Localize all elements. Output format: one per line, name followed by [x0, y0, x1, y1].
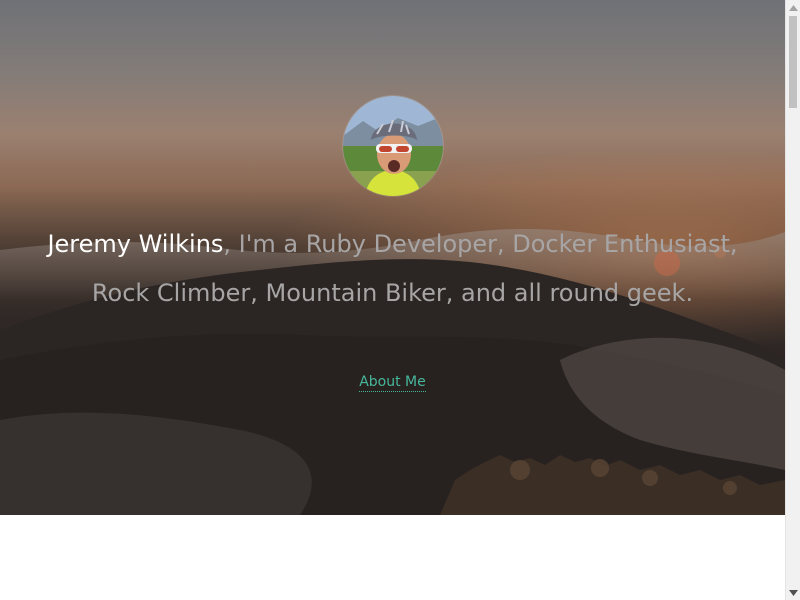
profile-photo-avatar — [343, 96, 443, 196]
about-me-link[interactable]: About Me — [359, 374, 426, 392]
scroll-thumb[interactable] — [789, 16, 797, 108]
chevron-up-icon — [789, 4, 798, 11]
chevron-down-icon — [789, 589, 798, 596]
scroll-up-button[interactable] — [786, 0, 800, 15]
scroll-down-button[interactable] — [786, 585, 800, 600]
page-viewport: Jeremy Wilkins, I'm a Ruby Developer, Do… — [0, 0, 785, 600]
avatar — [343, 96, 443, 196]
about-link-container: About Me — [0, 371, 785, 392]
profile-name: Jeremy Wilkins — [47, 230, 224, 258]
hero-content: Jeremy Wilkins, I'm a Ruby Developer, Do… — [0, 0, 785, 515]
vertical-scrollbar[interactable] — [785, 0, 800, 600]
intro-text: Jeremy Wilkins, I'm a Ruby Developer, Do… — [40, 220, 745, 318]
hero-section: Jeremy Wilkins, I'm a Ruby Developer, Do… — [0, 0, 785, 515]
